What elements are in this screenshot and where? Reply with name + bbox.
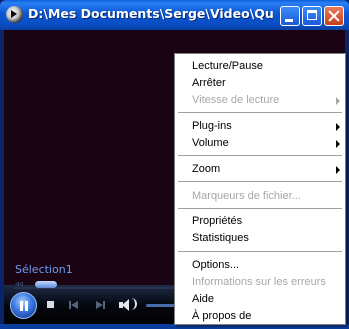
menu-item-arreter[interactable]: Arrêter — [175, 75, 345, 92]
menu-separator — [178, 181, 342, 182]
previous-button[interactable] — [67, 298, 81, 312]
menu-item-statistiques[interactable]: Statistiques — [175, 230, 345, 247]
menu-item-label: Plug-ins — [192, 120, 232, 132]
menu-item-label: Arrêter — [192, 77, 226, 89]
submenu-arrow-icon — [336, 140, 340, 148]
menu-item-zoom[interactable]: Zoom — [175, 161, 345, 178]
seek-glyph: ◃◃ — [15, 279, 24, 288]
menu-separator — [178, 155, 342, 156]
submenu-arrow-icon — [336, 97, 340, 105]
minimize-button[interactable] — [280, 6, 300, 26]
menu-item-label: Zoom — [192, 163, 221, 175]
menu-item-label: Vitesse de lecture — [192, 94, 280, 106]
menu-item-a-propos-de[interactable]: À propos de — [175, 308, 345, 325]
menu-item-label: Aide — [192, 293, 215, 305]
menu-item-label: Statistiques — [192, 232, 249, 244]
menu-item-label: Options... — [192, 259, 240, 271]
stop-button[interactable] — [44, 298, 58, 312]
menu-item-label: À propos de — [192, 310, 252, 322]
menu-item-label: Marqueurs de fichier... — [192, 190, 301, 202]
menu-item-volume[interactable]: Volume — [175, 135, 345, 152]
menu-separator — [178, 208, 342, 209]
submenu-arrow-icon — [336, 123, 340, 131]
media-player-icon[interactable] — [6, 6, 23, 23]
pause-icon — [20, 301, 23, 311]
menu-item-label: Informations sur les erreurs — [192, 276, 326, 288]
menu-item-label: Propriétés — [192, 215, 243, 227]
menu-item-label: Volume — [192, 137, 229, 149]
volume-slider[interactable] — [146, 304, 176, 307]
selection-label: Sélection1 — [15, 263, 73, 276]
menu-item-plug-ins[interactable]: Plug-ins — [175, 118, 345, 135]
menu-separator — [178, 112, 342, 113]
menu-item-options[interactable]: Options... — [175, 257, 345, 274]
menu-item-lecture-pause[interactable]: Lecture/Pause — [175, 58, 345, 75]
menu-item-label: Lecture/Pause — [192, 60, 263, 72]
menu-item-aide[interactable]: Aide — [175, 291, 345, 308]
pause-icon-bar — [25, 301, 28, 311]
close-button[interactable] — [324, 6, 344, 26]
title-bar[interactable]: D:\Mes Documents\Serge\Video\Quee... — [0, 0, 349, 30]
seek-slider-thumb[interactable] — [35, 281, 57, 288]
play-pause-button[interactable] — [10, 292, 37, 319]
context-menu: Lecture/Pause Arrêter Vitesse de lecture… — [174, 53, 346, 325]
menu-separator — [178, 251, 342, 252]
menu-item-proprietes[interactable]: Propriétés — [175, 213, 345, 230]
submenu-arrow-icon — [336, 166, 340, 174]
menu-item-informations-erreurs: Informations sur les erreurs — [175, 274, 345, 291]
window-title: D:\Mes Documents\Serge\Video\Quee... — [28, 6, 273, 21]
menu-item-marqueurs-de-fichier: Marqueurs de fichier... — [175, 188, 345, 205]
next-button[interactable] — [93, 298, 107, 312]
menu-item-vitesse-de-lecture: Vitesse de lecture — [175, 92, 345, 109]
maximize-button[interactable] — [302, 6, 322, 26]
